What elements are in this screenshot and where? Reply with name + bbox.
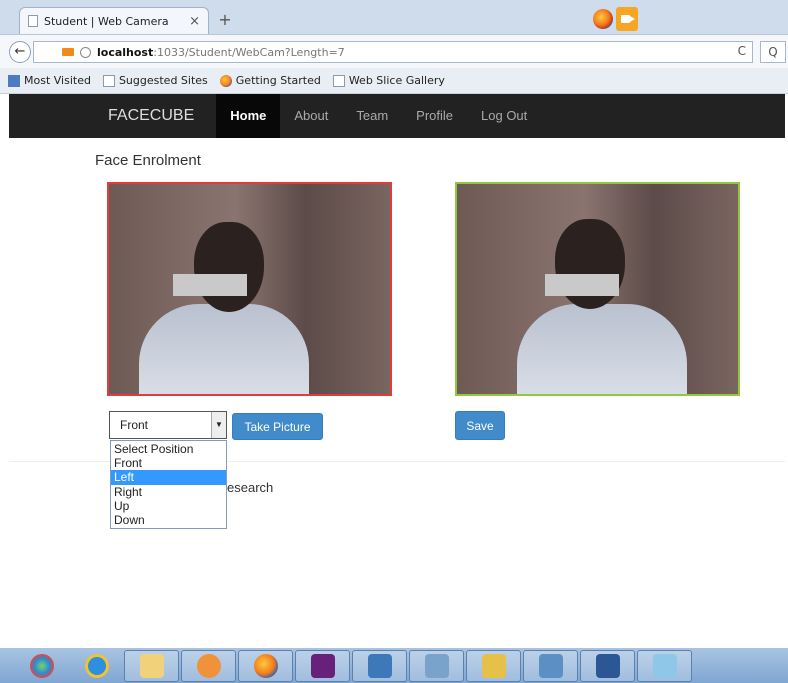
page-icon bbox=[28, 15, 38, 27]
take-picture-button[interactable]: Take Picture bbox=[232, 413, 323, 440]
tools-icon[interactable] bbox=[523, 649, 578, 682]
option-down[interactable]: Down bbox=[111, 513, 226, 527]
position-select[interactable]: Front ▼ bbox=[109, 411, 227, 439]
option-up[interactable]: Up bbox=[111, 499, 226, 513]
media-player-icon[interactable] bbox=[181, 649, 236, 682]
position-dropdown-list[interactable]: Select Position Front Left Right Up Down bbox=[110, 440, 227, 529]
bookmark-suggested-sites[interactable]: Suggested Sites bbox=[102, 74, 208, 87]
page-icon bbox=[332, 74, 345, 87]
internet-explorer-icon[interactable] bbox=[69, 650, 124, 682]
search-icon[interactable]: Q bbox=[760, 41, 786, 63]
url-host: localhost bbox=[97, 45, 154, 59]
paint-icon[interactable] bbox=[466, 649, 521, 682]
person-body bbox=[517, 304, 687, 394]
browser-tab[interactable]: Student | Web Camera × bbox=[19, 7, 209, 34]
person-head bbox=[194, 222, 264, 312]
option-left[interactable]: Left bbox=[111, 470, 226, 485]
control-panel-icon[interactable] bbox=[352, 649, 407, 682]
network-icon[interactable] bbox=[409, 649, 464, 682]
windows-start-icon[interactable] bbox=[14, 650, 69, 682]
nav-about[interactable]: About bbox=[280, 94, 342, 138]
chevron-down-icon[interactable]: ▼ bbox=[211, 412, 226, 438]
firefox-icon[interactable] bbox=[238, 649, 293, 682]
back-button[interactable]: ← bbox=[9, 41, 31, 63]
bookmark-most-visited[interactable]: Most Visited bbox=[8, 74, 91, 87]
captured-snapshot bbox=[455, 182, 740, 396]
camera-indicator-icon[interactable] bbox=[62, 48, 74, 56]
globe-icon[interactable] bbox=[80, 46, 91, 58]
bookmark-folder-icon bbox=[8, 74, 20, 87]
nav-profile[interactable]: Profile bbox=[402, 94, 467, 138]
webcam-live-feed bbox=[107, 182, 392, 396]
brand-logo[interactable]: FACECUBE bbox=[108, 107, 194, 125]
face-privacy-blur bbox=[545, 274, 619, 296]
microsoft-word-icon[interactable] bbox=[580, 649, 635, 682]
firefox-icon[interactable] bbox=[593, 9, 613, 29]
firefox-icon bbox=[219, 74, 232, 87]
person-body bbox=[139, 304, 309, 394]
file-explorer-icon[interactable] bbox=[124, 649, 179, 682]
option-front[interactable]: Front bbox=[111, 456, 226, 470]
position-select-value: Front bbox=[120, 418, 149, 432]
nav-team[interactable]: Team bbox=[342, 94, 402, 138]
partial-text: esearch bbox=[227, 480, 274, 495]
option-select-position[interactable]: Select Position bbox=[111, 442, 226, 456]
url-bar[interactable]: localhost:1033/Student/WebCam?Length=7 C bbox=[33, 41, 753, 63]
browser-chrome: Student | Web Camera × + ← localhost:103… bbox=[0, 0, 788, 94]
windows-taskbar bbox=[0, 648, 788, 683]
navigation-bar: ← localhost:1033/Student/WebCam?Length=7… bbox=[0, 34, 788, 68]
reload-icon[interactable]: C bbox=[738, 44, 746, 58]
page-title: Face Enrolment bbox=[95, 152, 201, 169]
face-privacy-blur bbox=[173, 274, 247, 296]
notepad-icon[interactable] bbox=[637, 649, 692, 682]
tab-strip: Student | Web Camera × + bbox=[0, 0, 788, 34]
nav-home[interactable]: Home bbox=[216, 94, 281, 138]
tab-title: Student | Web Camera bbox=[44, 14, 169, 28]
option-right[interactable]: Right bbox=[111, 485, 226, 499]
visual-studio-icon[interactable] bbox=[295, 649, 350, 682]
close-tab-icon[interactable]: × bbox=[189, 14, 200, 29]
site-navbar: FACECUBE Home About Team Profile Log Out bbox=[9, 94, 785, 138]
camera-sharing-icon[interactable] bbox=[616, 7, 638, 31]
page-icon bbox=[102, 74, 115, 87]
new-tab-button[interactable]: + bbox=[217, 12, 233, 28]
save-button[interactable]: Save bbox=[455, 411, 505, 440]
bookmark-getting-started[interactable]: Getting Started bbox=[219, 74, 321, 87]
bookmarks-bar: Most Visited Suggested Sites Getting Sta… bbox=[0, 68, 788, 94]
nav-log-out[interactable]: Log Out bbox=[467, 94, 541, 138]
url-path: :1033/Student/WebCam?Length=7 bbox=[153, 45, 345, 59]
bookmark-web-slice-gallery[interactable]: Web Slice Gallery bbox=[332, 74, 445, 87]
